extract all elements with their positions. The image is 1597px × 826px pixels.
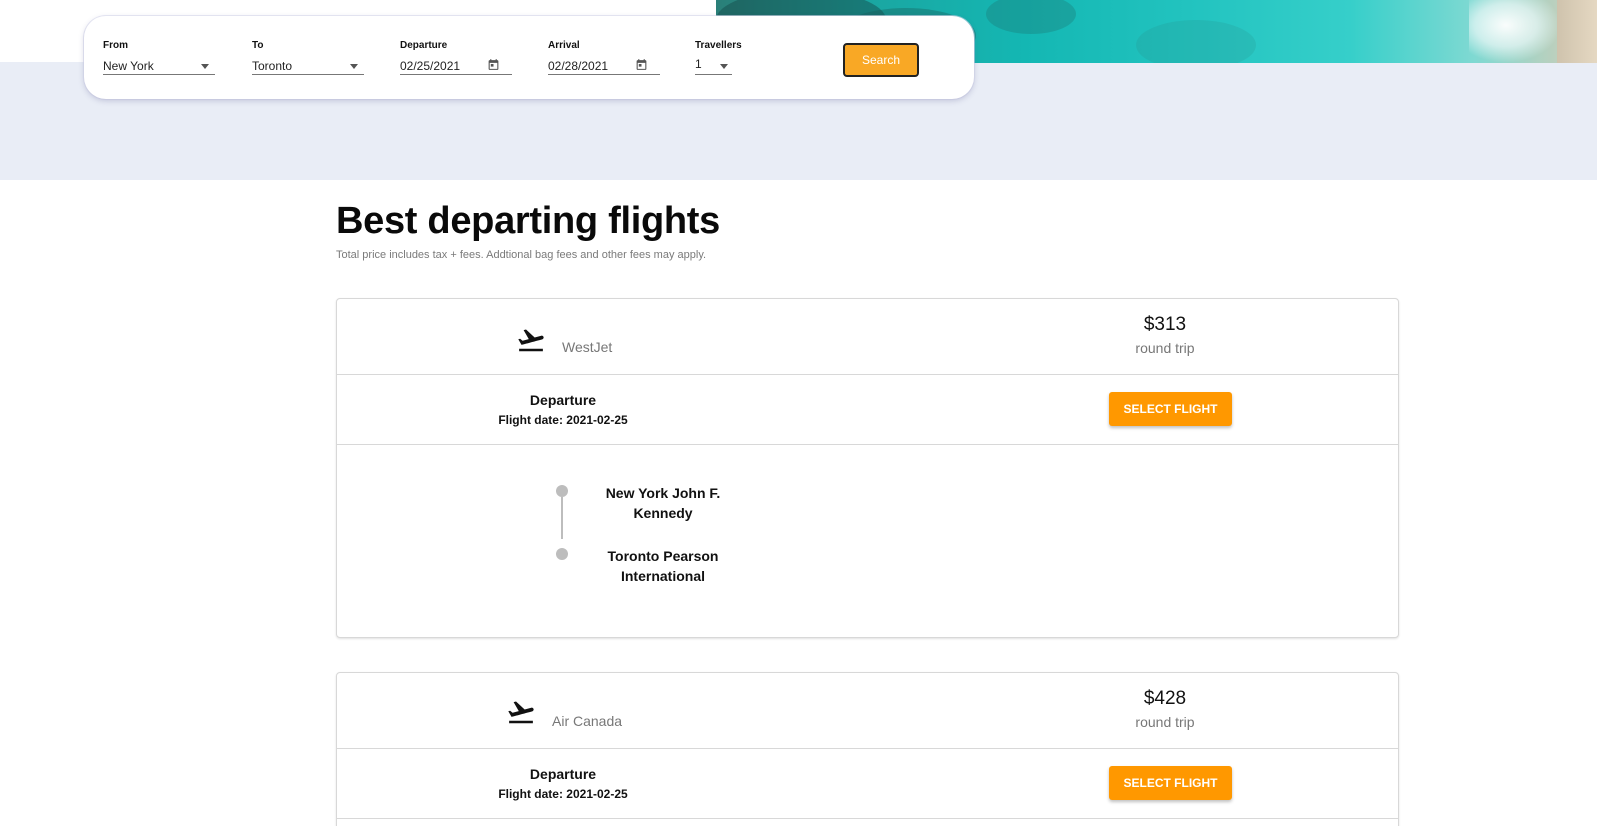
destination-dot [556,548,568,560]
origin-airport: New York John F. Kennedy [605,485,721,521]
flight-date: Flight date: 2021-02-25 [498,413,628,427]
flight-takeoff-icon [518,329,544,352]
travellers-label: Travellers [695,40,742,51]
flight-card: WestJet $313 round trip Departure Flight… [336,298,1399,638]
chevron-down-icon[interactable] [720,64,728,69]
trip-type: round trip [1135,714,1195,730]
departure-date-input[interactable]: 02/25/2021 [400,56,512,75]
calendar-icon[interactable] [487,58,500,71]
calendar-icon[interactable] [635,58,648,71]
arrival-label: Arrival [548,40,580,51]
arrival-field[interactable]: Arrival 02/28/2021 [548,40,660,75]
travellers-field[interactable]: Travellers 1 [695,40,742,75]
travellers-select[interactable]: 1 [695,56,732,75]
page-title: Best departing flights [336,200,720,242]
arrival-date-input[interactable]: 02/28/2021 [548,56,660,75]
departure-label: Departure [400,40,448,51]
travellers-value: 1 [695,57,702,71]
flight-card-header: Air Canada $428 round trip [337,673,1398,749]
origin-dot [556,485,568,497]
to-label: To [252,40,264,51]
to-field[interactable]: To Toronto [252,40,364,75]
route-line [561,497,563,539]
from-label: From [103,40,128,51]
flight-takeoff-icon [508,701,534,724]
search-button[interactable]: Search [843,43,919,77]
flight-date: Flight date: 2021-02-25 [498,787,628,801]
chevron-down-icon[interactable] [201,64,209,69]
from-value: New York [103,59,154,73]
destination-airport: Toronto Pearson International [607,548,719,584]
trip-type: round trip [1135,340,1195,356]
airline-name: WestJet [562,339,613,355]
chevron-down-icon[interactable] [350,64,358,69]
from-field[interactable]: From New York [103,40,215,75]
select-flight-button[interactable]: SELECT FLIGHT [1109,392,1232,426]
search-panel: From New York To Toronto Departure 02/25… [84,16,974,99]
departure-row: Departure Flight date: 2021-02-25 SELECT… [337,375,1398,445]
flight-card: Air Canada $428 round trip Departure Fli… [336,672,1399,826]
departure-row: Departure Flight date: 2021-02-25 SELECT… [337,749,1398,819]
select-flight-button[interactable]: SELECT FLIGHT [1109,766,1232,800]
departure-field[interactable]: Departure 02/25/2021 [400,40,512,75]
airline-name: Air Canada [552,713,623,729]
flight-card-header: WestJet $313 round trip [337,299,1398,375]
page-subtitle: Total price includes tax + fees. Addtion… [336,249,707,261]
departure-value: 02/25/2021 [400,59,461,73]
from-select[interactable]: New York [103,56,215,75]
leg-title: Departure [529,766,597,782]
to-value: Toronto [252,59,293,73]
route-timeline: New York John F. Kennedy Toronto Pearson… [337,445,1398,637]
to-select[interactable]: Toronto [252,56,364,75]
flight-price: $428 [1143,688,1187,709]
leg-title: Departure [529,392,597,408]
arrival-value: 02/28/2021 [548,59,609,73]
flight-price: $313 [1143,314,1187,335]
